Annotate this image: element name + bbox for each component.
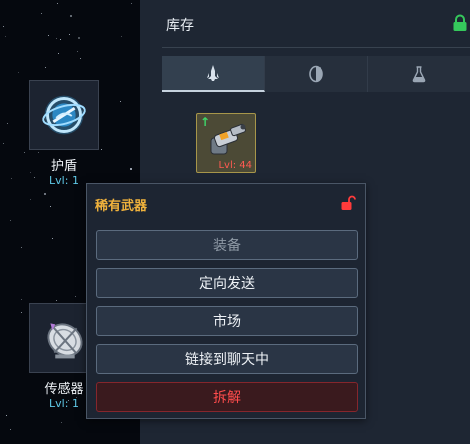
star [75, 296, 76, 297]
star [70, 15, 72, 17]
shield-part-icon [309, 65, 323, 83]
star [21, 299, 22, 300]
tab-modules[interactable] [265, 56, 368, 92]
tab-ships[interactable] [162, 56, 265, 92]
star [101, 149, 102, 150]
star [80, 58, 81, 59]
star [52, 238, 53, 239]
star [77, 51, 78, 52]
star [56, 38, 57, 39]
star [18, 72, 19, 73]
star [6, 415, 7, 416]
star [121, 36, 122, 37]
star [60, 39, 61, 40]
tab-consumables[interactable] [368, 56, 470, 92]
star [48, 35, 49, 36]
ship-icon [207, 65, 219, 81]
star [78, 37, 80, 39]
star [44, 193, 46, 195]
dismantle-button[interactable]: 拆解 [96, 382, 358, 412]
item-rarity-title: 稀有武器 [95, 199, 148, 214]
inventory-tabbar [162, 56, 470, 92]
inventory-divider [162, 47, 470, 48]
lock-icon[interactable] [452, 14, 468, 32]
star [130, 168, 132, 170]
star [30, 199, 31, 200]
star [61, 422, 62, 423]
star [45, 67, 46, 68]
star [56, 300, 57, 301]
skill-shield-button[interactable] [29, 80, 99, 150]
star [10, 220, 11, 221]
inventory-title: 库存 [166, 18, 194, 34]
star [38, 152, 39, 153]
item-context-menu: 稀有武器 装备 定向发送 市场 链接到聊天中 拆解 [86, 183, 366, 419]
star [5, 36, 6, 37]
star [50, 206, 51, 207]
star [41, 13, 42, 14]
star [69, 34, 70, 35]
star [7, 123, 8, 124]
star [11, 178, 12, 179]
item-level-label: Lvl: 44 [218, 160, 252, 171]
cannon-weapon-icon [210, 123, 246, 155]
inventory-item-slot[interactable]: ↑ Lvl: 44 [196, 113, 256, 173]
star [58, 53, 59, 54]
equip-button[interactable]: 装备 [96, 230, 358, 260]
skill-shield-name: 护盾 [50, 159, 77, 174]
link-to-chat-button[interactable]: 链接到聊天中 [96, 344, 358, 374]
star [21, 312, 22, 313]
star [120, 101, 121, 102]
star [24, 152, 25, 153]
market-button[interactable]: 市场 [96, 306, 358, 336]
unlock-icon[interactable] [340, 195, 356, 211]
star [21, 247, 22, 248]
star [57, 3, 58, 4]
direct-send-button[interactable]: 定向发送 [96, 268, 358, 298]
shield-orbit-icon [42, 95, 86, 135]
star [3, 26, 4, 27]
star [10, 429, 11, 430]
flask-icon [412, 66, 426, 83]
star [3, 143, 4, 144]
star [131, 3, 132, 4]
